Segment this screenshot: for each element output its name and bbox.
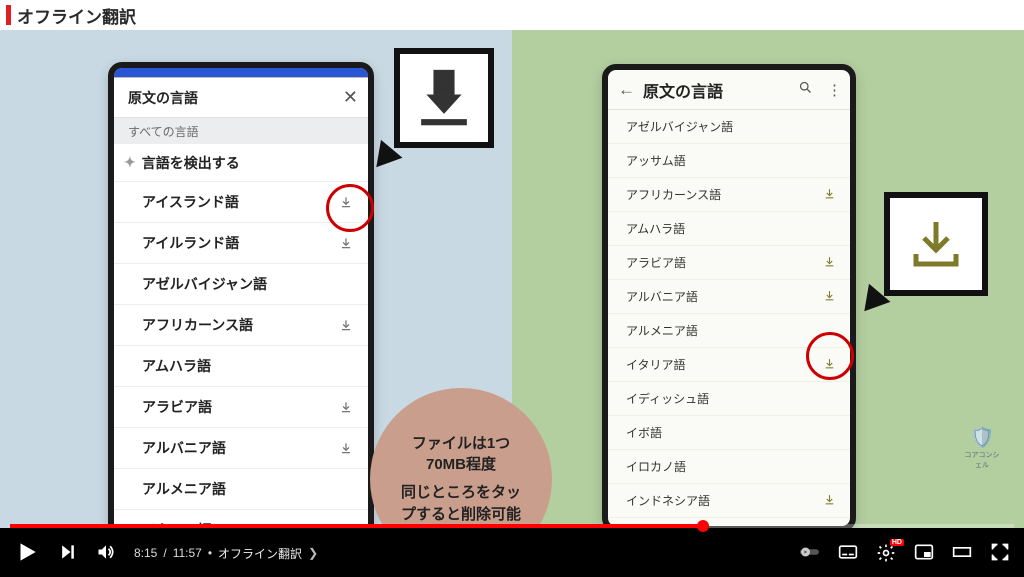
download-icon[interactable] [338,235,354,251]
fullscreen-button[interactable] [990,542,1010,565]
bubble-line-1: ファイルは1つ [412,433,510,455]
play-button[interactable] [14,539,40,568]
language-name: アラビア語 [142,397,212,417]
chevron-right-icon[interactable]: ❯ [308,546,318,560]
language-row[interactable]: アムハラ語 [608,212,850,246]
all-languages-label: すべての言語 [114,118,368,144]
detect-language-row[interactable]: ✦ 言語を検出する [114,144,368,182]
language-row[interactable]: アイルランド語 [114,223,368,264]
video-content-area: オフライン翻訳 原文の言語 ✕ すべての言語 ✦ 言語を検出する アイスランド語… [0,0,1024,528]
autoplay-toggle[interactable] [800,542,820,565]
language-row[interactable]: アイスランド語 [114,182,368,223]
download-icon[interactable] [823,187,836,203]
language-row[interactable]: アフリカーンス語 [608,178,850,212]
language-row[interactable]: アルバニア語 [114,428,368,469]
download-icon[interactable] [338,440,354,456]
current-time: 8:15 [134,546,157,560]
sheet-title: 原文の言語 [128,88,198,108]
language-row[interactable]: アルメニア語 [608,314,850,348]
back-icon[interactable]: ← [618,80,635,100]
bubble-line-4: プすると削除可能 [401,504,521,526]
detect-language-label: 言語を検出する [142,153,240,173]
language-row[interactable]: イボ語 [608,416,850,450]
app-header: ← 原文の言語 ⋮ [608,70,850,110]
player-controls: 8:15 / 11:57 • オフライン翻訳 ❯ HD [0,529,1024,577]
info-bubble: ファイルは1つ 70MB程度 同じところをタッ プすると削除可能 [370,388,552,528]
language-name: イロカノ語 [626,458,686,475]
language-name: イボ語 [626,424,662,441]
language-name: アゼルバイジャン語 [142,274,267,294]
title-accent [6,5,11,25]
language-row[interactable]: イタリア語 [608,348,850,382]
download-icon[interactable] [823,493,836,509]
language-name: アフリカーンス語 [142,315,253,335]
language-name: アムハラ語 [626,220,685,237]
download-icon[interactable] [338,194,354,210]
language-name: アラビア語 [626,254,686,271]
chapter-button[interactable]: オフライン翻訳 [218,545,302,562]
language-name: アルメニア語 [626,322,698,339]
slide-title: オフライン翻訳 [17,3,136,28]
download-icon[interactable] [823,357,836,373]
sheet-header: 原文の言語 ✕ [114,78,368,118]
language-name: アイルランド語 [142,233,239,253]
seek-bar[interactable] [10,524,1014,528]
captions-button[interactable] [838,542,858,565]
time-display: 8:15 / 11:57 • オフライン翻訳 ❯ [134,545,318,562]
language-name: アイスランド語 [142,192,239,212]
download-icon[interactable] [823,289,836,305]
sparkle-icon: ✦ [124,154,136,171]
language-name: アルバニア語 [142,438,226,458]
search-icon[interactable] [798,80,813,99]
language-row[interactable]: アルバニア語 [608,280,850,314]
seek-bar-played [10,524,703,528]
brand-logo-text: コアコンシェル [962,450,1002,470]
next-button[interactable] [58,542,78,565]
language-row[interactable]: インドネシア語 [608,484,850,518]
language-name: インドネシア語 [626,492,710,509]
language-name: アッサム語 [626,152,686,169]
phone-mockup-android-1: 原文の言語 ✕ すべての言語 ✦ 言語を検出する アイスランド語アイルランド語ア… [108,62,374,528]
language-row[interactable]: イロカノ語 [608,450,850,484]
language-row[interactable]: アッサム語 [608,144,850,178]
miniplayer-button[interactable] [914,542,934,565]
header-title: 原文の言語 [643,78,784,102]
language-row[interactable]: アラビア語 [608,246,850,280]
slide-title-bar: オフライン翻訳 [0,0,1024,30]
close-icon[interactable]: ✕ [343,87,358,108]
language-name: アゼルバイジャン語 [626,118,733,135]
language-name: アルメニア語 [142,479,226,499]
language-name: イタリア語 [626,356,686,373]
language-row[interactable]: イディッシュ語 [608,382,850,416]
settings-button[interactable]: HD [876,543,896,563]
language-list-left: アイスランド語アイルランド語アゼルバイジャン語アフリカーンス語アムハラ語アラビア… [114,182,368,528]
theater-mode-button[interactable] [952,542,972,565]
download-icon[interactable] [338,399,354,415]
shield-icon: 🛡️ [962,425,1002,450]
language-name: イディッシュ語 [626,390,709,407]
language-row[interactable]: アムハラ語 [114,346,368,387]
language-name: アムハラ語 [142,356,211,376]
language-name: アルバニア語 [626,288,698,305]
brand-logo: 🛡️ コアコンシェル [962,425,1002,470]
duration: 11:57 [173,546,202,560]
bubble-line-3: 同じところをタッ [401,482,521,504]
download-icon[interactable] [338,317,354,333]
hd-badge: HD [890,539,904,546]
phone-mockup-android-2: ← 原文の言語 ⋮ アゼルバイジャン語アッサム語アフリカーンス語アムハラ語アラビ… [602,64,856,528]
language-row[interactable]: アルメニア語 [114,469,368,510]
more-icon[interactable]: ⋮ [827,81,842,99]
language-list-right: アゼルバイジャン語アッサム語アフリカーンス語アムハラ語アラビア語アルバニア語アル… [608,110,850,528]
download-callout-left [394,48,494,148]
language-row[interactable]: アゼルバイジャン語 [608,110,850,144]
bubble-line-2: 70MB程度 [426,454,496,476]
language-name: アフリカーンス語 [626,186,721,203]
language-row[interactable]: アラビア語 [114,387,368,428]
download-icon[interactable] [823,255,836,271]
language-row[interactable]: アゼルバイジャン語 [114,264,368,305]
volume-button[interactable] [96,542,116,565]
language-row[interactable]: アフリカーンス語 [114,305,368,346]
download-callout-right [884,192,988,296]
status-bar [114,68,368,78]
